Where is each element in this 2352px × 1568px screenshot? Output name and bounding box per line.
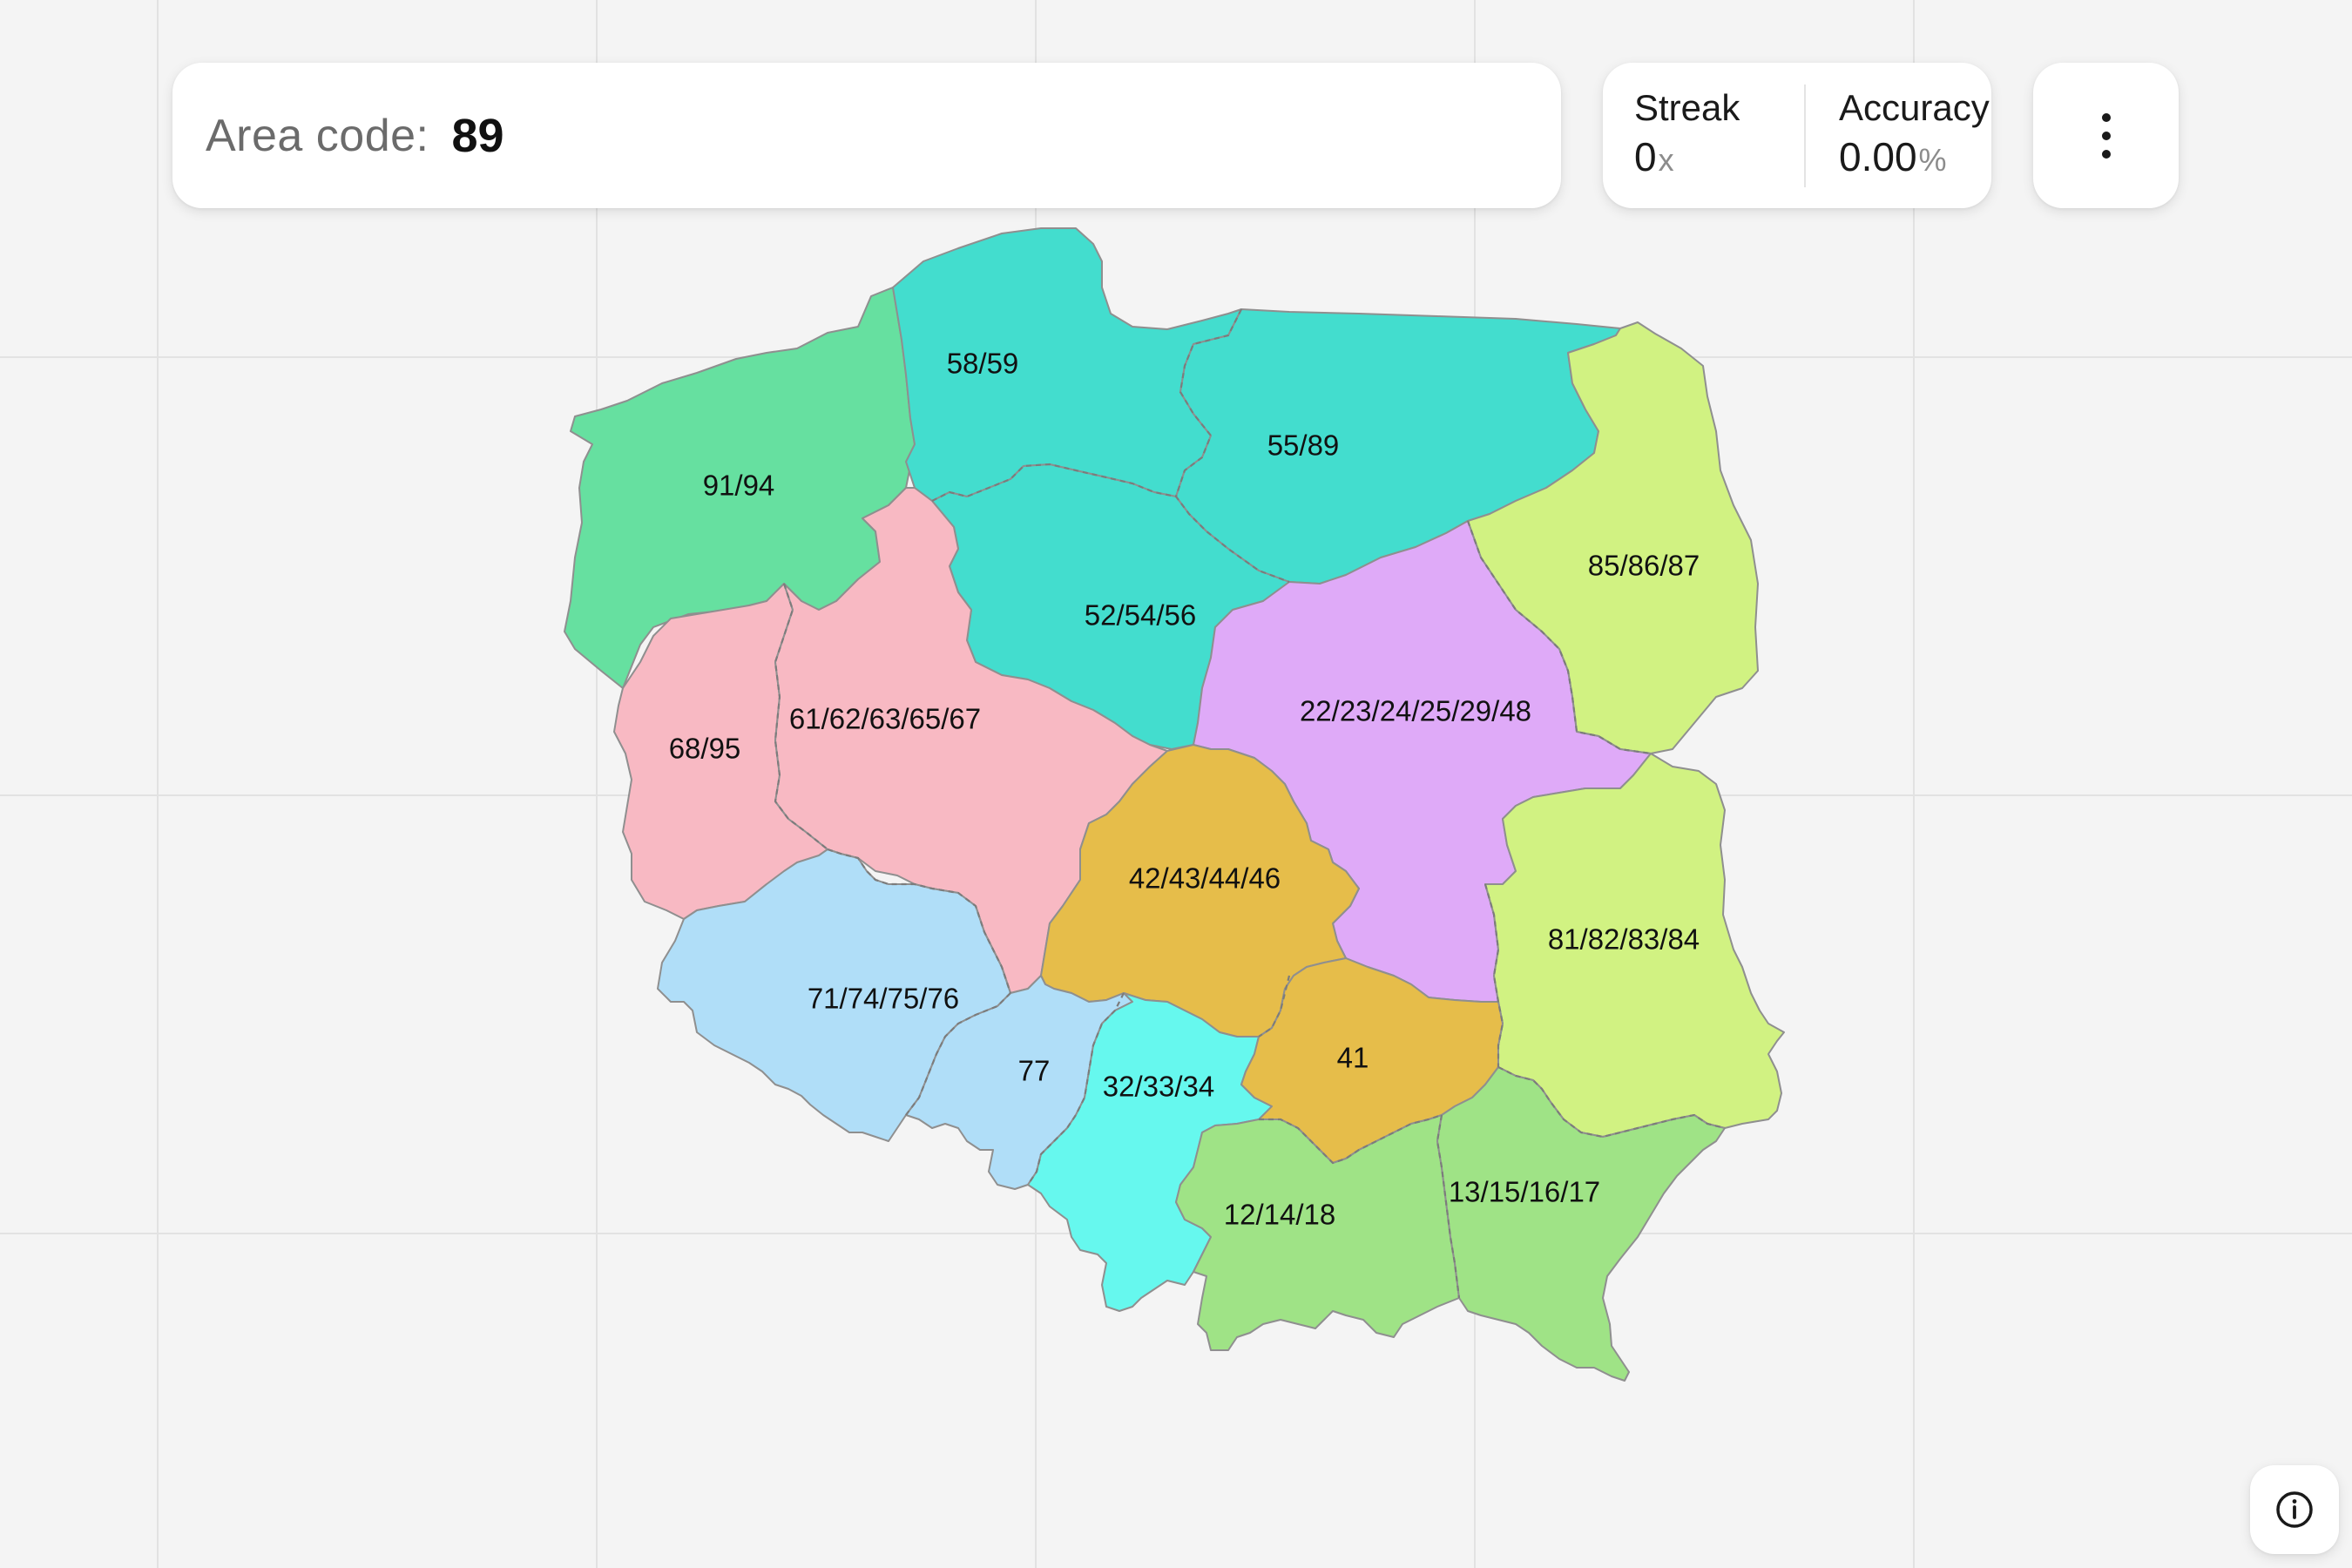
region-label: 61/62/63/65/67 [789, 703, 981, 735]
region-12-14-18[interactable] [1175, 1114, 1460, 1351]
region-label: 68/95 [669, 733, 741, 765]
area-code-prompt: Area code: 89 [172, 63, 1561, 208]
region-label: 58/59 [947, 348, 1019, 380]
region-label: 12/14/18 [1224, 1199, 1335, 1231]
accuracy-value-wrap: 0.00% [1839, 131, 1990, 186]
more-vertical-icon [2101, 112, 2111, 159]
menu-button[interactable] [2033, 63, 2179, 208]
region-label: 77 [1018, 1055, 1051, 1087]
region-label: 55/89 [1267, 429, 1340, 462]
streak-label: Streak [1634, 86, 1740, 128]
region-label: 41 [1337, 1042, 1369, 1074]
accuracy-unit: % [1918, 141, 1947, 178]
region-label: 52/54/56 [1085, 599, 1196, 632]
stats-panel: Streak 0x Accuracy 0.00% [1603, 63, 1991, 208]
region-label: 13/15/16/17 [1449, 1176, 1600, 1208]
accuracy-label: Accuracy [1839, 86, 1990, 128]
info-icon [2276, 1491, 2313, 1528]
accuracy-value: 0.00 [1839, 133, 1917, 179]
accuracy-stat: Accuracy 0.00% [1804, 84, 1990, 187]
region-label: 42/43/44/46 [1129, 862, 1281, 895]
region-label: 71/74/75/76 [808, 983, 959, 1015]
region-label: 81/82/83/84 [1548, 923, 1700, 956]
streak-stat: Streak 0x [1603, 63, 1804, 208]
map-quiz-app: 91/94 58/59 55/89 52/54/56 85/86/87 68/9… [0, 0, 2352, 1568]
region-label: 85/86/87 [1588, 550, 1700, 582]
info-button[interactable] [2250, 1465, 2339, 1554]
prompt-label: Area code: [206, 110, 429, 161]
prompt-area-code: 89 [451, 109, 504, 162]
region-label: 32/33/34 [1103, 1071, 1214, 1103]
region-label: 22/23/24/25/29/48 [1300, 695, 1531, 727]
streak-value: 0 [1634, 133, 1657, 179]
poland-area-code-map: 91/94 58/59 55/89 52/54/56 85/86/87 68/9… [564, 227, 1785, 1382]
streak-unit: x [1658, 141, 1674, 178]
streak-value-wrap: 0x [1634, 131, 1804, 186]
region-label: 91/94 [703, 470, 775, 502]
